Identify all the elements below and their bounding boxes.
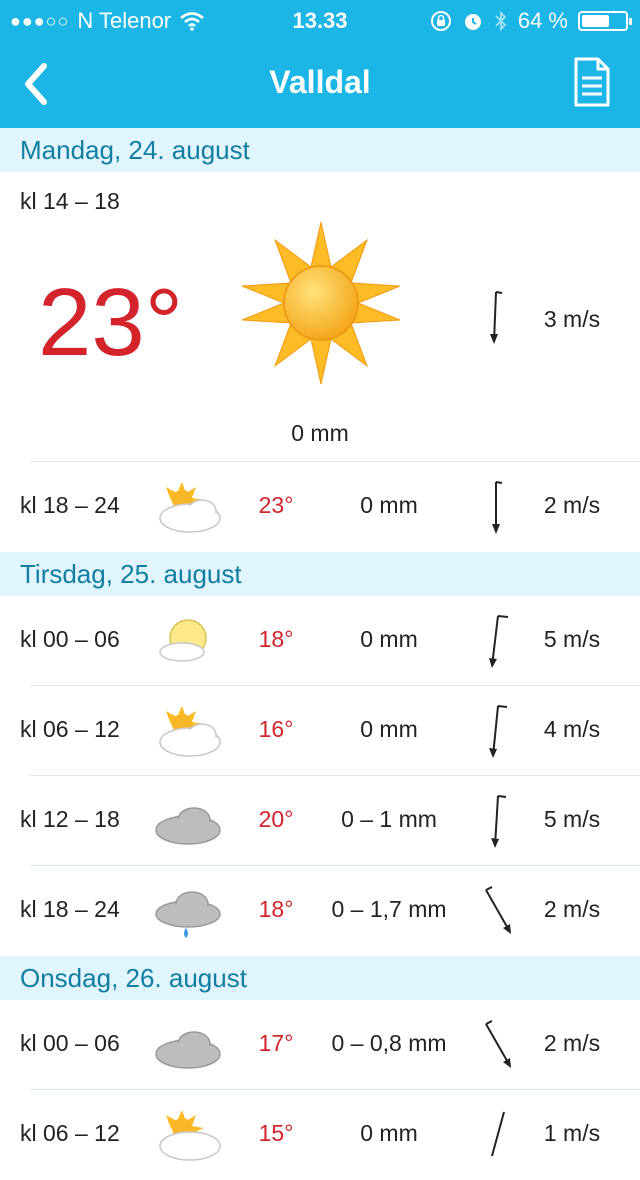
precipitation: 0 mm: [360, 716, 418, 742]
partly-cloudy-icon: [159, 706, 221, 757]
partly-cloudy-icon: [159, 482, 221, 533]
precipitation: 0 – 1 mm: [341, 806, 437, 832]
partly-cloudy-icon: [159, 1110, 221, 1161]
forecast-row[interactable]: kl 18 – 24 18° 0 – 1,7 mm 2 m/s: [0, 866, 640, 956]
temperature: 23°: [258, 492, 294, 518]
wind-direction-icon: [485, 1020, 511, 1068]
period-label: kl 14 – 18: [20, 188, 120, 214]
precipitation: 0 – 1,7 mm: [331, 896, 447, 922]
period-label: kl 00 – 06: [20, 626, 120, 652]
light-rain-icon: [155, 891, 221, 938]
status-bar: ●●●○○ N Telenor 13.33 64 %: [0, 0, 640, 40]
navigation-bar: Valldal: [0, 40, 640, 128]
wind-direction-icon: [489, 615, 509, 668]
wind-speed: 1 m/s: [543, 1120, 601, 1146]
wind-speed: 5 m/s: [543, 626, 601, 652]
forecast-row[interactable]: kl 00 – 06 18° 0 mm 5 m/s: [0, 596, 640, 686]
wind-direction-icon: [489, 705, 508, 758]
precipitation: 0 mm: [360, 626, 418, 652]
current-temperature: 23°: [38, 269, 184, 376]
forecast-row[interactable]: kl 06 – 12 15° 0 mm 1 m/s: [0, 1090, 640, 1180]
temperature: 16°: [258, 716, 294, 742]
wind-direction-icon: [492, 481, 503, 534]
battery-icon: [578, 11, 632, 31]
page-title: Valldal: [269, 64, 371, 100]
period-label: kl 00 – 06: [20, 1030, 120, 1056]
forecast-row[interactable]: kl 06 – 12 16° 0 mm 4 m/s: [0, 686, 640, 776]
wind-speed: 2 m/s: [543, 1030, 601, 1056]
temperature: 18°: [258, 626, 294, 652]
forecast-row[interactable]: kl 12 – 18 20° 0 – 1 mm 5 m/s: [0, 776, 640, 866]
wind-direction-icon: [490, 291, 503, 344]
day-label: Onsdag, 26. august: [20, 963, 247, 993]
day-header: Tirsdag, 25. august: [0, 552, 640, 596]
wind-speed: 2 m/s: [543, 896, 601, 922]
period-label: kl 18 – 24: [20, 492, 120, 518]
cloud-icon: [155, 807, 221, 845]
precipitation: 0 – 0,8 mm: [331, 1030, 447, 1056]
precipitation: 0 mm: [360, 1120, 418, 1146]
period-label: kl 06 – 12: [20, 1120, 120, 1146]
battery-percent: 64 %: [517, 8, 568, 33]
precipitation: 0 mm: [291, 420, 349, 446]
wind-speed: 4 m/s: [543, 716, 601, 742]
day-header: Mandag, 24. august: [0, 128, 640, 172]
day-label: Tirsdag, 25. august: [20, 559, 242, 589]
day-header: Onsdag, 26. august: [0, 956, 640, 1000]
document-icon[interactable]: [572, 56, 612, 108]
wind-speed: 2 m/s: [543, 492, 601, 518]
current-forecast[interactable]: kl 14 – 18 23° 3 m/s 0 mm: [0, 172, 640, 462]
wind-speed: 3 m/s: [543, 306, 601, 332]
alarm-icon: [464, 14, 481, 30]
sun-icon: [241, 221, 401, 385]
rotation-lock-icon: [430, 11, 451, 31]
fair-night-icon: [159, 619, 207, 662]
temperature: 20°: [258, 806, 294, 832]
period-label: kl 06 – 12: [20, 716, 120, 742]
status-right: 64 %: [430, 8, 632, 34]
day-label: Mandag, 24. august: [20, 135, 250, 165]
cloud-icon: [155, 1031, 221, 1069]
forecast-row[interactable]: kl 00 – 06 17° 0 – 0,8 mm 2 m/s: [0, 1000, 640, 1090]
wind-direction-icon: [485, 886, 511, 934]
wind-direction-icon: [491, 1111, 505, 1157]
precipitation: 0 mm: [360, 492, 418, 518]
period-label: kl 18 – 24: [20, 896, 120, 922]
temperature: 18°: [258, 896, 294, 922]
forecast-row[interactable]: kl 18 – 24 23° 0 mm 2 m/s: [0, 462, 640, 552]
wind-speed: 5 m/s: [543, 806, 601, 832]
bluetooth-icon: [495, 10, 507, 32]
temperature: 17°: [258, 1030, 294, 1056]
wind-direction-icon: [491, 795, 507, 848]
temperature: 15°: [258, 1120, 294, 1146]
period-label: kl 12 – 18: [20, 806, 120, 832]
